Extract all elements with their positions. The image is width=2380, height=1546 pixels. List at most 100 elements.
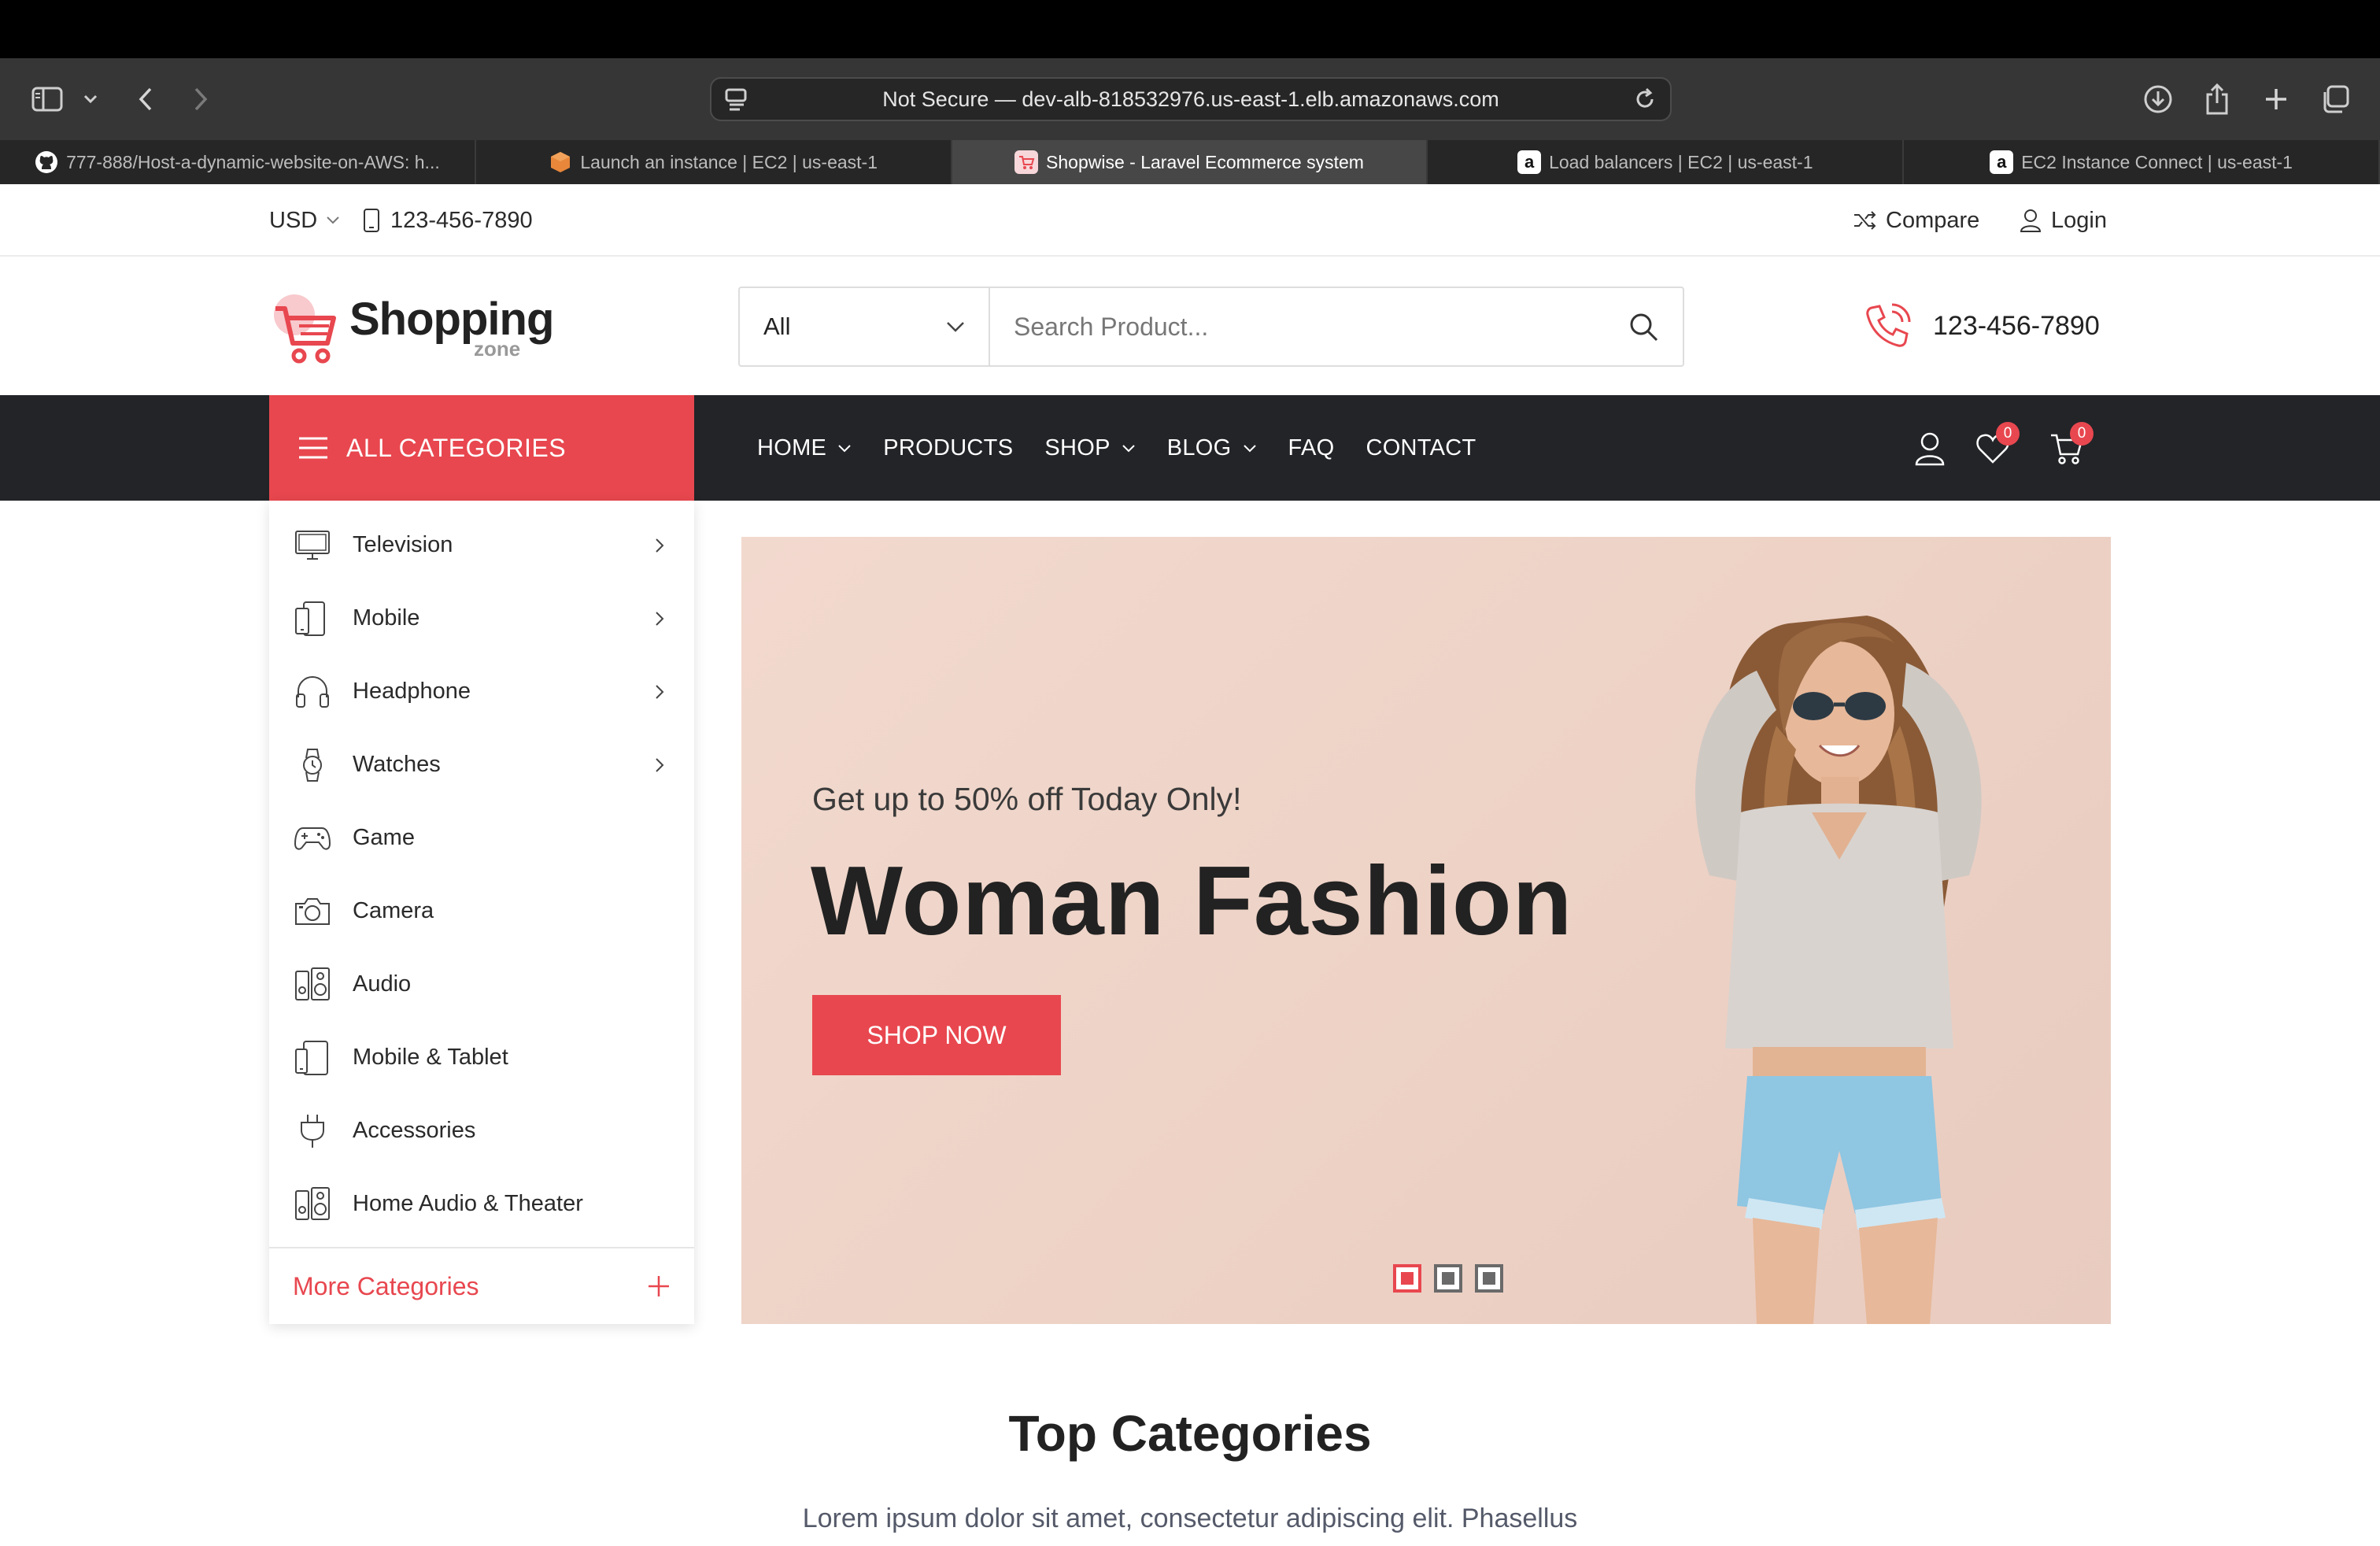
tab-title: Load balancers | EC2 | us-east-1 — [1549, 151, 1813, 172]
reload-icon[interactable] — [1631, 85, 1659, 113]
url-text: Not Secure — dev-alb-818532976.us-east-1… — [882, 87, 1499, 111]
chevron-right-icon — [644, 749, 675, 781]
compare-label: Compare — [1886, 207, 1980, 233]
chevron-down-icon — [946, 321, 965, 332]
category-item-mobile-tablet[interactable]: Mobile & Tablet — [269, 1021, 694, 1094]
compare-link[interactable]: Compare — [1853, 184, 1979, 257]
web-page: USD 123-456-7890 Compare Login Shopping … — [0, 184, 2380, 1546]
slide-indicator-fill — [1483, 1272, 1495, 1285]
tab-title: 777-888/Host-a-dynamic-website-on-AWS: h… — [66, 151, 440, 172]
tab-launch-instance[interactable]: Launch an instance | EC2 | us-east-1 — [476, 140, 952, 184]
nav-faq[interactable]: FAQ — [1288, 435, 1335, 461]
mobile-phone-icon — [362, 208, 381, 233]
category-item-home-audio-theater[interactable]: Home Audio & Theater — [269, 1167, 694, 1241]
logo-wordmark: Shopping — [349, 294, 554, 345]
shop-now-button[interactable]: SHOP NOW — [812, 995, 1061, 1075]
nav-shop-label: SHOP — [1044, 435, 1111, 460]
category-label: Television — [353, 532, 453, 557]
category-label: Camera — [353, 898, 434, 923]
wishlist-button[interactable]: 0 — [1971, 422, 2020, 471]
search-button[interactable] — [1604, 288, 1683, 365]
logo-subtext: zone — [474, 337, 521, 361]
search-input[interactable] — [990, 288, 1604, 365]
all-categories-label: ALL CATEGORIES — [346, 433, 567, 462]
nav-home[interactable]: HOME — [757, 435, 852, 461]
headphone-icon — [293, 672, 332, 712]
nav-blog-label: BLOG — [1166, 435, 1232, 460]
tab-instance-connect[interactable]: a EC2 Instance Connect | us-east-1 — [1904, 140, 2380, 184]
nav-blog[interactable]: BLOG — [1167, 435, 1257, 461]
back-icon[interactable] — [122, 76, 169, 123]
nav-products[interactable]: PRODUCTS — [883, 435, 1013, 461]
tab-title: EC2 Instance Connect | us-east-1 — [2021, 151, 2293, 172]
category-item-television[interactable]: Television — [269, 509, 694, 582]
category-item-game[interactable]: Game — [269, 801, 694, 875]
search-bar: All — [738, 287, 1684, 367]
phone-ringing-icon — [1864, 301, 1913, 350]
user-icon — [2020, 209, 2042, 232]
share-icon[interactable] — [2193, 76, 2241, 123]
chevron-right-icon — [644, 530, 675, 561]
section-description: Lorem ipsum dolor sit amet, consectetur … — [802, 1503, 1578, 1533]
currency-selector[interactable]: USD — [269, 184, 339, 257]
category-item-accessories[interactable]: Accessories — [269, 1094, 694, 1167]
downloads-icon[interactable] — [2134, 76, 2182, 123]
tab-github[interactable]: 777-888/Host-a-dynamic-website-on-AWS: h… — [0, 140, 476, 184]
category-label: Game — [353, 825, 415, 850]
login-link[interactable]: Login — [2020, 184, 2107, 257]
tab-shopwise[interactable]: Shopwise - Laravel Ecommerce system — [952, 140, 1428, 184]
aws-ec2-icon — [549, 150, 572, 174]
user-icon — [1915, 432, 1945, 466]
plus-icon — [647, 1274, 671, 1298]
banner-tagline: Get up to 50% off Today Only! — [812, 781, 1242, 817]
speaker-icon — [293, 965, 332, 1004]
plug-icon — [293, 1111, 332, 1151]
television-icon — [293, 526, 332, 565]
category-item-mobile[interactable]: Mobile — [269, 582, 694, 655]
new-tab-icon[interactable] — [2252, 76, 2300, 123]
chevron-down-icon — [837, 444, 852, 453]
slide-indicator-2[interactable] — [1434, 1264, 1462, 1293]
category-item-watches[interactable]: Watches — [269, 728, 694, 801]
account-button[interactable] — [1908, 427, 1952, 471]
currency-label: USD — [269, 207, 318, 233]
category-select[interactable]: All — [740, 288, 990, 365]
more-categories-label: More Categories — [293, 1271, 479, 1300]
cart-button[interactable]: 0 — [2045, 422, 2094, 471]
tablet-icon — [293, 1038, 332, 1078]
banner-heading: Woman Fashion — [811, 847, 1573, 956]
chevron-down-icon[interactable] — [71, 76, 110, 123]
chevron-down-icon — [1122, 444, 1136, 453]
slide-indicator-1[interactable] — [1393, 1264, 1421, 1293]
header-phone[interactable]: 123-456-7890 — [1864, 296, 2100, 356]
github-icon — [35, 150, 58, 174]
category-item-camera[interactable]: Camera — [269, 875, 694, 948]
tab-title: Launch an instance | EC2 | us-east-1 — [580, 151, 878, 172]
shopwise-icon — [1014, 150, 1039, 174]
category-label: Watches — [353, 752, 441, 777]
nav-contact[interactable]: CONTACT — [1366, 435, 1476, 461]
top-phone: 123-456-7890 — [362, 184, 533, 257]
all-categories-button[interactable]: ALL CATEGORIES — [269, 395, 694, 501]
more-categories-button[interactable]: More Categories — [269, 1247, 694, 1324]
tab-load-balancers[interactable]: a Load balancers | EC2 | us-east-1 — [1428, 140, 1905, 184]
nav-faq-label: FAQ — [1288, 435, 1335, 460]
forward-icon[interactable] — [177, 76, 224, 123]
nav-shop[interactable]: SHOP — [1044, 435, 1135, 461]
nav-products-label: PRODUCTS — [883, 435, 1014, 460]
tab-overview-icon[interactable] — [2312, 76, 2359, 123]
category-label: Audio — [353, 971, 412, 997]
category-item-audio[interactable]: Audio — [269, 948, 694, 1021]
chevron-down-icon — [327, 216, 339, 224]
sidebar-toggle-icon[interactable] — [24, 76, 71, 123]
hamburger-icon — [298, 435, 329, 460]
category-label: Accessories — [353, 1118, 476, 1143]
header-phone-number: 123-456-7890 — [1933, 310, 2100, 341]
category-item-headphone[interactable]: Headphone — [269, 655, 694, 728]
category-select-value: All — [763, 313, 791, 340]
watch-icon — [293, 745, 332, 785]
slide-indicator-3[interactable] — [1475, 1264, 1503, 1293]
site-logo[interactable]: Shopping zone — [268, 285, 567, 372]
top-bar: USD 123-456-7890 Compare Login — [0, 184, 2380, 257]
address-bar[interactable]: Not Secure — dev-alb-818532976.us-east-1… — [710, 77, 1672, 121]
